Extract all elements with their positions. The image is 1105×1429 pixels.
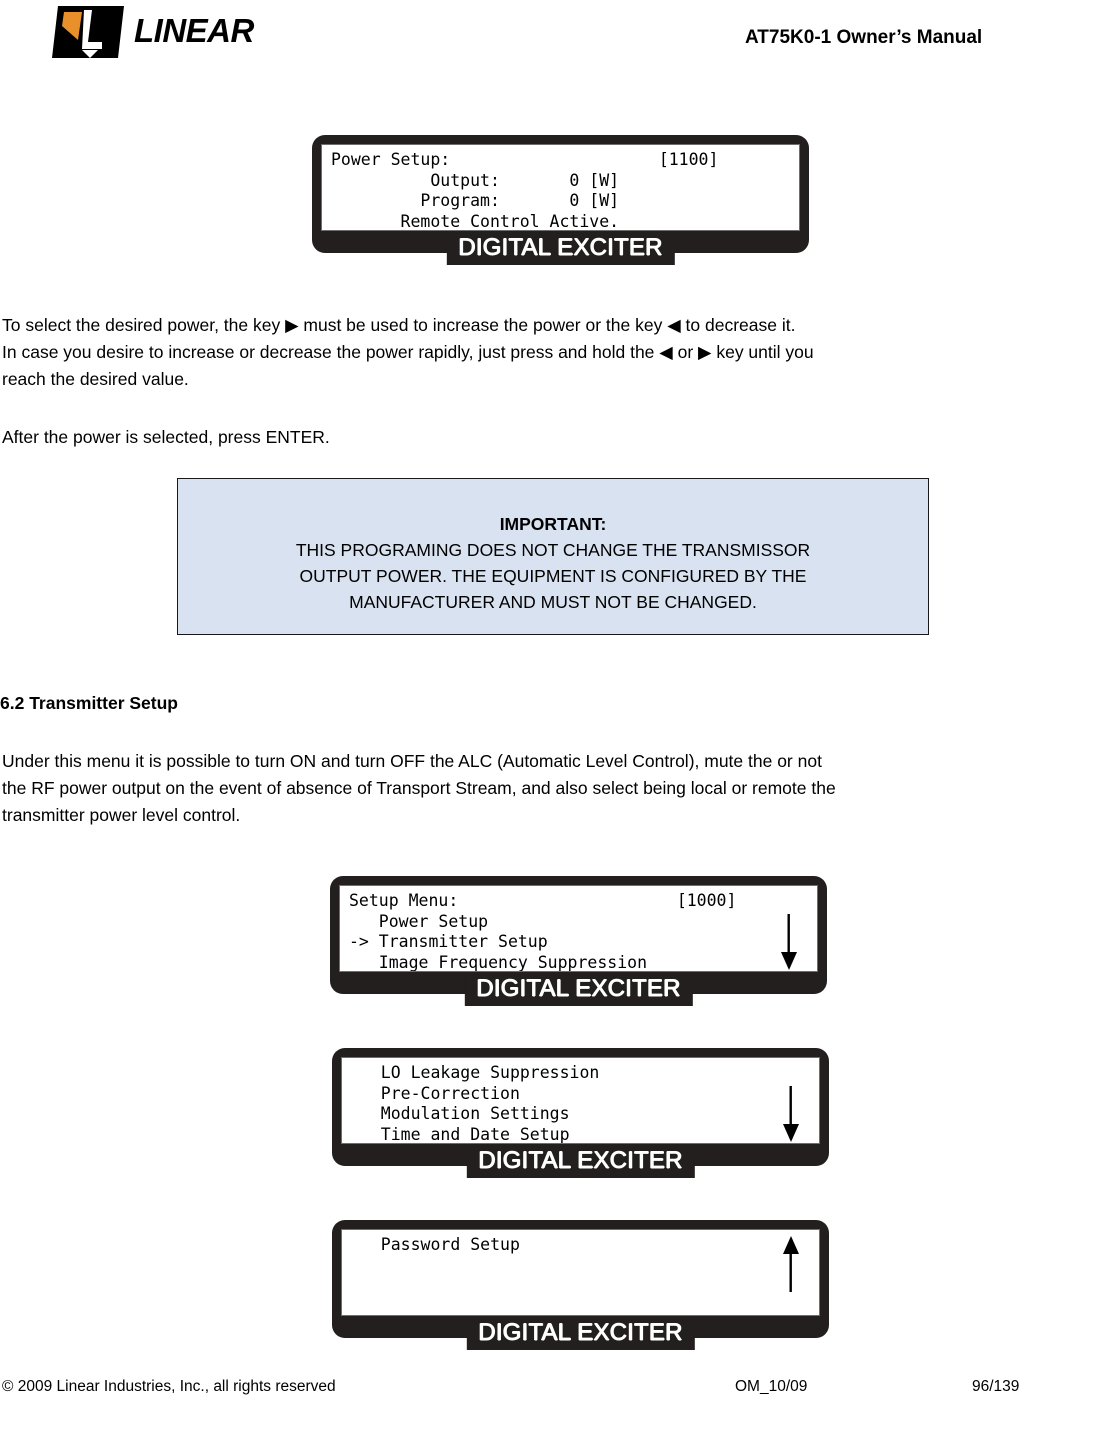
footer-copyright: © 2009 Linear Industries, Inc., all righ… xyxy=(2,1378,336,1395)
page-footer: © 2009 Linear Industries, Inc., all righ… xyxy=(0,1378,1105,1408)
paragraph-line: To select the desired power, the key ▶ m… xyxy=(2,315,796,335)
digital-exciter-label: DIGITAL EXCITER xyxy=(466,1146,695,1178)
lcd-panel-power-setup: Power Setup: [1100] Output: 0 [W] Progra… xyxy=(312,135,809,265)
digital-exciter-label: DIGITAL EXCITER xyxy=(466,1318,695,1350)
paragraph-line: reach the desired value. xyxy=(2,369,189,389)
paragraph-select-power: To select the desired power, the key ▶ m… xyxy=(2,312,1102,393)
lcd-screen-text: Password Setup xyxy=(380,1235,520,1254)
linear-logo-mark xyxy=(52,6,124,58)
important-callout-line: THIS PROGRAMING DOES NOT CHANGE THE TRAN… xyxy=(295,540,811,560)
lcd-panel-setup-menu-page2: LO Leakage Suppression Pre-Correction Mo… xyxy=(332,1048,829,1178)
digital-exciter-label: DIGITAL EXCITER xyxy=(446,233,675,265)
footer-page-number: 96/139 xyxy=(972,1378,1020,1395)
lcd-screen: Power Setup: [1100] Output: 0 [W] Progra… xyxy=(321,144,800,231)
footer-document-reference: OM_10/09 xyxy=(735,1378,808,1395)
linear-logo: LINEAR xyxy=(52,6,292,58)
paragraph-after-power: After the power is selected, press ENTER… xyxy=(2,424,1102,451)
lcd-bezel: Setup Menu: [1000] Power Setup -> Transm… xyxy=(330,876,827,1006)
important-callout-line: OUTPUT POWER. THE EQUIPMENT IS CONFIGURE… xyxy=(299,566,807,586)
document-title: AT75K0-1 Owner’s Manual xyxy=(745,27,983,48)
important-callout-heading: IMPORTANT: xyxy=(499,514,607,534)
paragraph-line: the RF power output on the event of abse… xyxy=(2,778,836,798)
lcd-bezel: LO Leakage Suppression Pre-Correction Mo… xyxy=(332,1048,829,1178)
page-header: LINEAR AT75K0-1 Owner’s Manual xyxy=(0,0,1105,100)
lcd-screen: Password Setup xyxy=(341,1229,820,1316)
lcd-screen: Setup Menu: [1000] Power Setup -> Transm… xyxy=(339,885,818,972)
paragraph-line: Under this menu it is possible to turn O… xyxy=(2,751,822,771)
scroll-down-arrow-icon xyxy=(781,914,797,970)
paragraph-transmitter-setup: Under this menu it is possible to turn O… xyxy=(2,748,1102,829)
paragraph-line: In case you desire to increase or decrea… xyxy=(2,342,814,362)
lcd-screen-text: Setup Menu: [1000] Power Setup -> Transm… xyxy=(349,891,737,972)
scroll-up-arrow-icon xyxy=(783,1236,799,1292)
paragraph-line: After the power is selected, press ENTER… xyxy=(2,427,330,447)
lcd-panel-setup-menu-page3: Password Setup DIGITAL EXCITER xyxy=(332,1220,829,1350)
section-heading-6-2: 6.2 Transmitter Setup xyxy=(0,693,178,713)
lcd-screen-text: LO Leakage Suppression Pre-Correction Mo… xyxy=(380,1063,600,1144)
linear-logo-wordmark: LINEAR xyxy=(134,12,254,49)
paragraph-line: transmitter power level control. xyxy=(2,805,241,825)
lcd-panel-setup-menu: Setup Menu: [1000] Power Setup -> Transm… xyxy=(330,876,827,1006)
lcd-screen-text: Power Setup: [1100] Output: 0 [W] Progra… xyxy=(331,150,719,231)
scroll-down-arrow-icon xyxy=(783,1086,799,1142)
lcd-bezel: Password Setup DIGITAL EXCITER xyxy=(332,1220,829,1350)
lcd-bezel: Power Setup: [1100] Output: 0 [W] Progra… xyxy=(312,135,809,265)
lcd-screen: LO Leakage Suppression Pre-Correction Mo… xyxy=(341,1057,820,1144)
digital-exciter-label: DIGITAL EXCITER xyxy=(464,974,693,1006)
important-callout-line: MANUFACTURER AND MUST NOT BE CHANGED. xyxy=(349,592,757,612)
important-callout: IMPORTANT: THIS PROGRAMING DOES NOT CHAN… xyxy=(177,478,929,635)
